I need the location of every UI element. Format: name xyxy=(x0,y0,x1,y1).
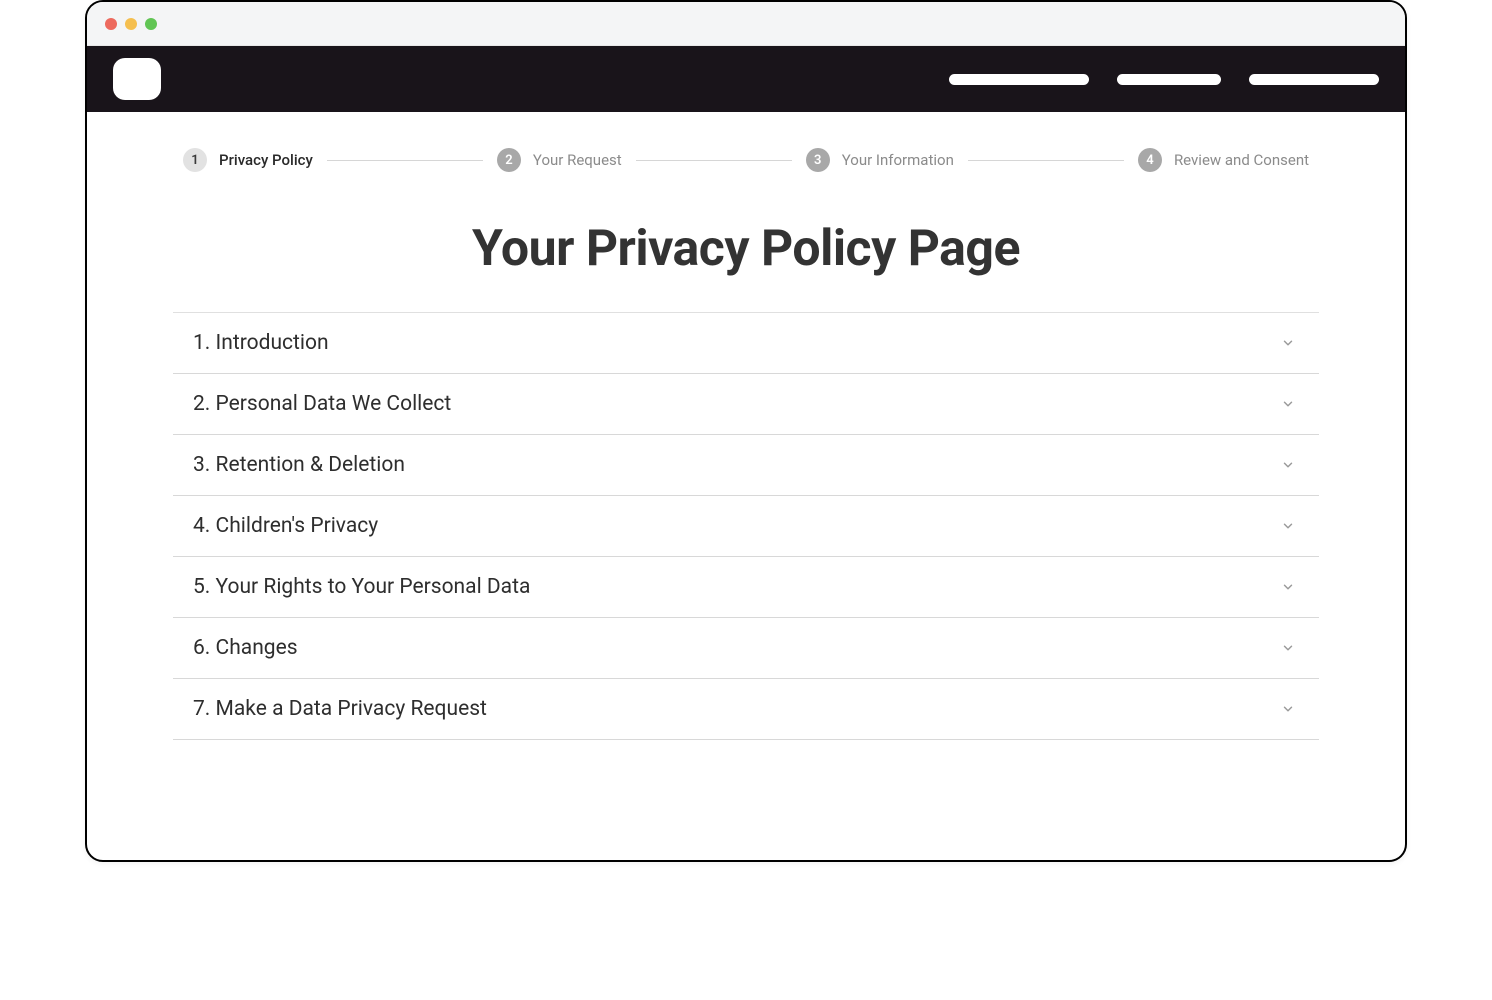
nav-link-placeholder[interactable] xyxy=(949,74,1089,85)
progress-stepper: 1 Privacy Policy 2 Your Request 3 Your I… xyxy=(87,112,1405,172)
nav-links xyxy=(949,74,1379,85)
step-number: 2 xyxy=(497,148,521,172)
accordion-label: 5. Your Rights to Your Personal Data xyxy=(193,575,530,599)
step-number: 1 xyxy=(183,148,207,172)
accordion-label: 7. Make a Data Privacy Request xyxy=(193,697,487,721)
chevron-down-icon xyxy=(1279,700,1297,718)
step-label: Review and Consent xyxy=(1174,151,1309,169)
nav-link-placeholder[interactable] xyxy=(1249,74,1379,85)
step-connector xyxy=(636,160,792,161)
chevron-down-icon xyxy=(1279,395,1297,413)
main-content: Your Privacy Policy Page 1. Introduction… xyxy=(87,172,1405,860)
brand-logo[interactable] xyxy=(113,58,161,100)
window-titlebar xyxy=(87,2,1405,46)
accordion-label: 3. Retention & Deletion xyxy=(193,453,405,477)
step-your-information[interactable]: 3 Your Information xyxy=(806,148,954,172)
accordion-item-make-request[interactable]: 7. Make a Data Privacy Request xyxy=(173,679,1319,740)
step-label: Your Request xyxy=(533,151,622,169)
page-title: Your Privacy Policy Page xyxy=(173,220,1319,278)
window-close-icon[interactable] xyxy=(105,18,117,30)
accordion-item-childrens-privacy[interactable]: 4. Children's Privacy xyxy=(173,496,1319,557)
step-privacy-policy[interactable]: 1 Privacy Policy xyxy=(183,148,313,172)
accordion-item-your-rights[interactable]: 5. Your Rights to Your Personal Data xyxy=(173,557,1319,618)
step-label: Privacy Policy xyxy=(219,151,313,169)
nav-link-placeholder[interactable] xyxy=(1117,74,1221,85)
step-number: 4 xyxy=(1138,148,1162,172)
chevron-down-icon xyxy=(1279,578,1297,596)
step-your-request[interactable]: 2 Your Request xyxy=(497,148,622,172)
accordion-label: 4. Children's Privacy xyxy=(193,514,378,538)
step-label: Your Information xyxy=(842,151,954,169)
chevron-down-icon xyxy=(1279,456,1297,474)
accordion-label: 1. Introduction xyxy=(193,331,329,355)
chevron-down-icon xyxy=(1279,517,1297,535)
chevron-down-icon xyxy=(1279,639,1297,657)
accordion-item-personal-data[interactable]: 2. Personal Data We Collect xyxy=(173,374,1319,435)
step-review-consent[interactable]: 4 Review and Consent xyxy=(1138,148,1309,172)
step-number: 3 xyxy=(806,148,830,172)
chevron-down-icon xyxy=(1279,334,1297,352)
policy-accordion: 1. Introduction 2. Personal Data We Coll… xyxy=(173,312,1319,740)
browser-window: 1 Privacy Policy 2 Your Request 3 Your I… xyxy=(85,0,1407,862)
accordion-label: 6. Changes xyxy=(193,636,298,660)
step-connector xyxy=(968,160,1124,161)
accordion-item-introduction[interactable]: 1. Introduction xyxy=(173,313,1319,374)
window-minimize-icon[interactable] xyxy=(125,18,137,30)
top-navbar xyxy=(87,46,1405,112)
accordion-item-retention-deletion[interactable]: 3. Retention & Deletion xyxy=(173,435,1319,496)
window-maximize-icon[interactable] xyxy=(145,18,157,30)
step-connector xyxy=(327,160,483,161)
accordion-item-changes[interactable]: 6. Changes xyxy=(173,618,1319,679)
accordion-label: 2. Personal Data We Collect xyxy=(193,392,451,416)
